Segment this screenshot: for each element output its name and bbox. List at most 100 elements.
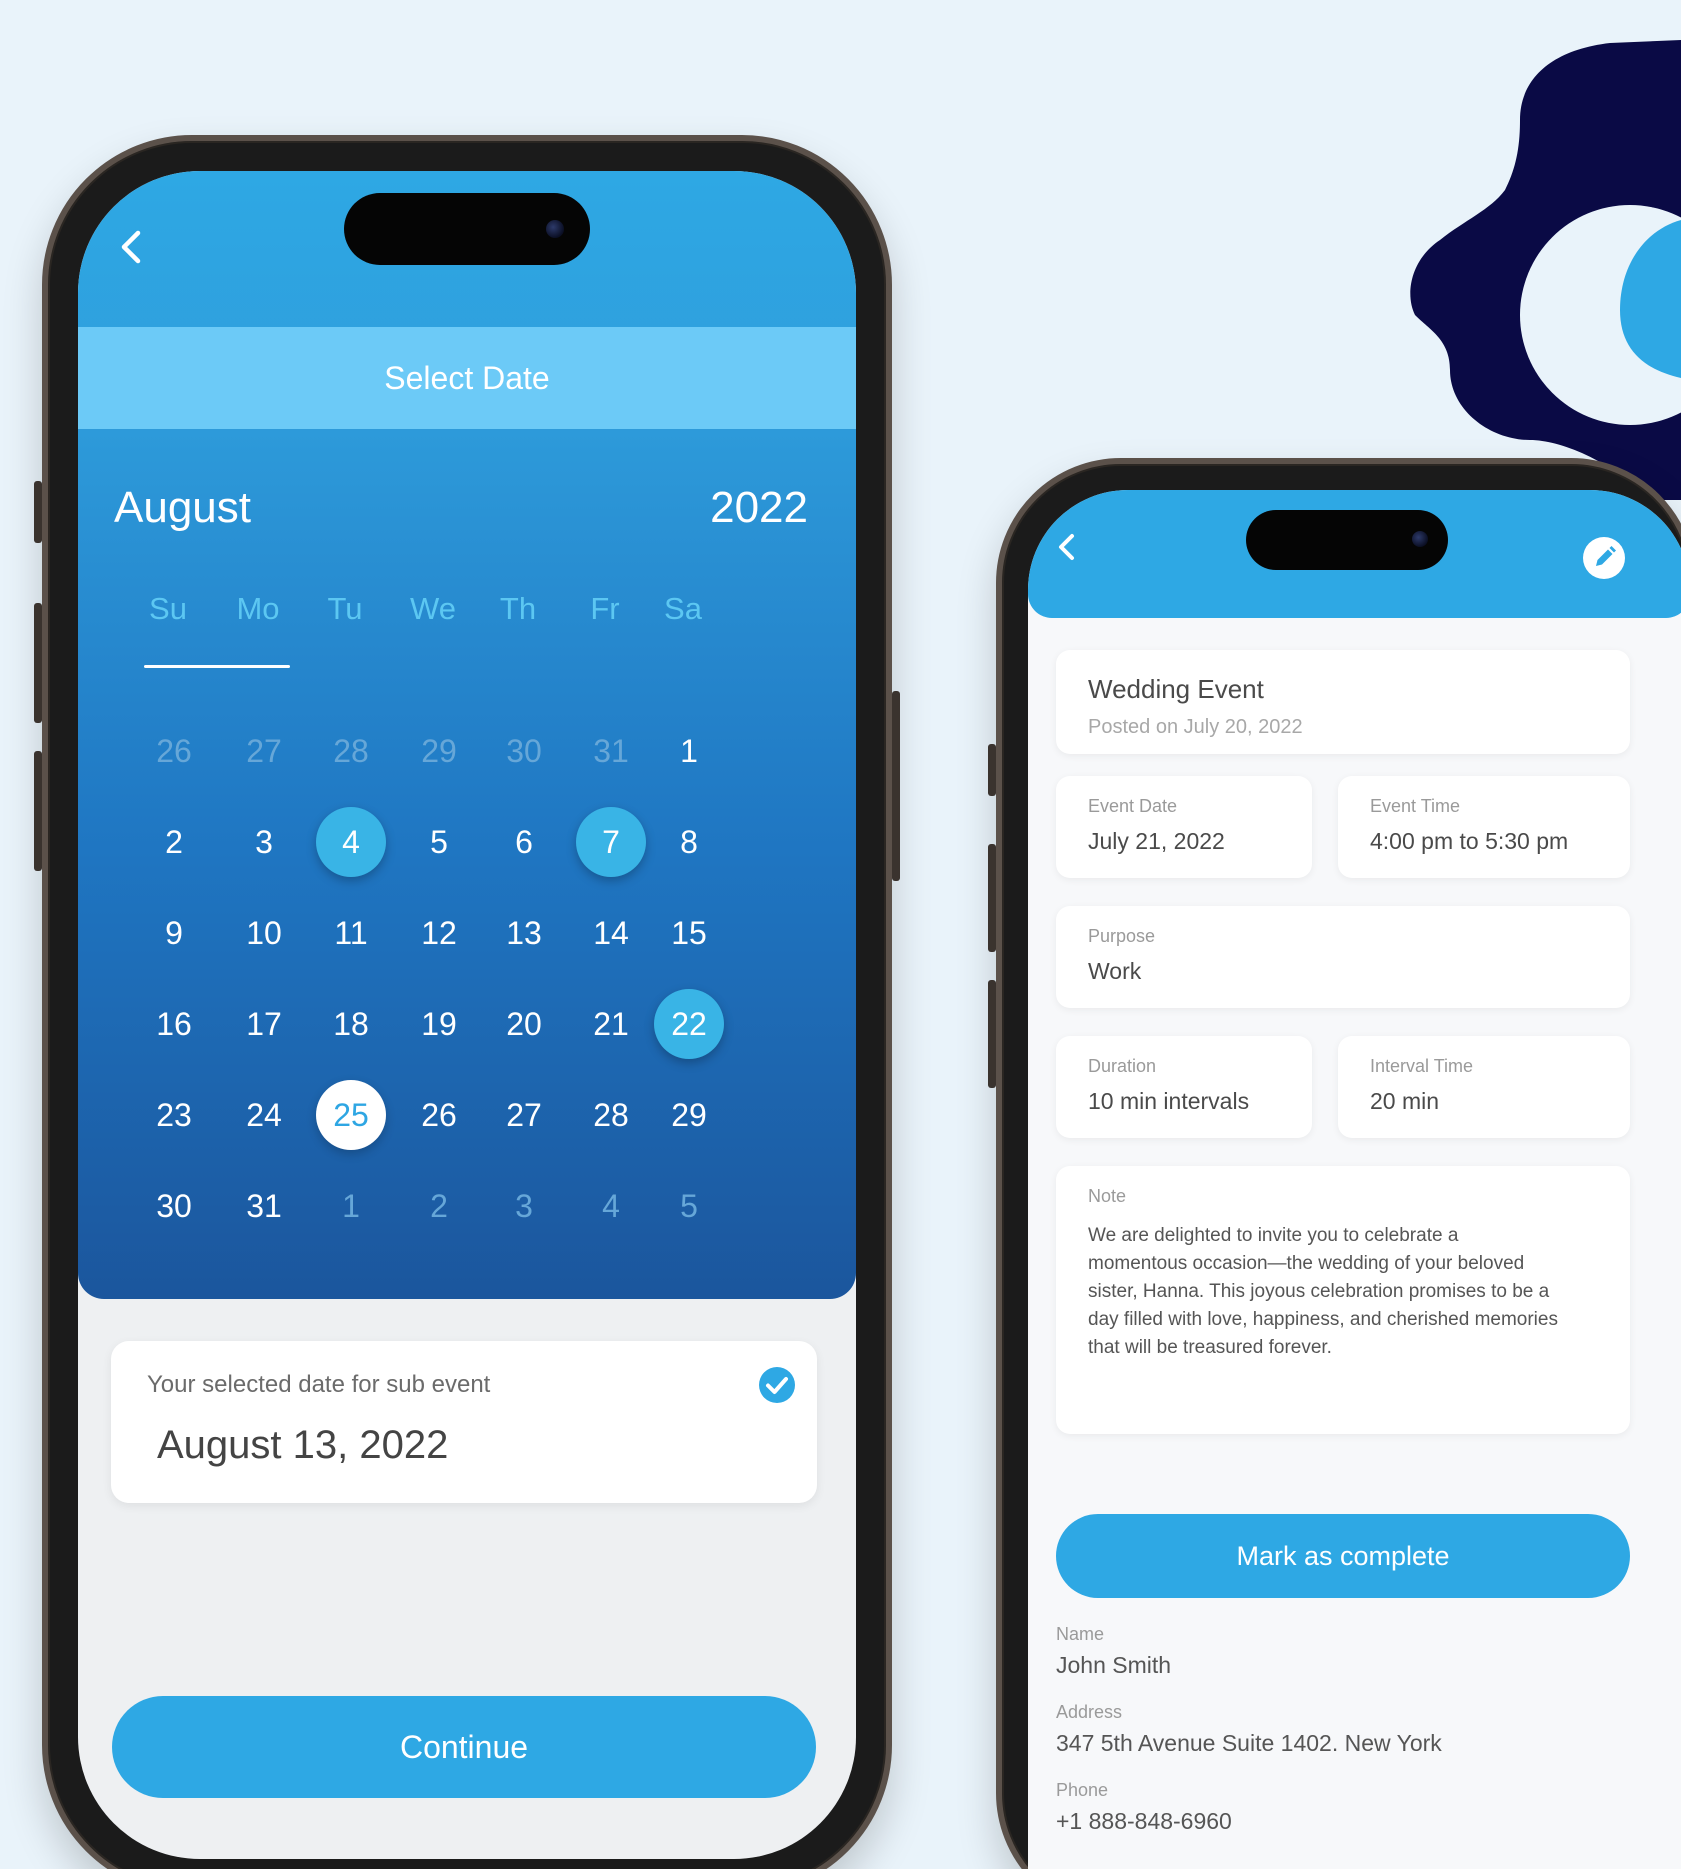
phone-volume-up (988, 844, 996, 952)
pencil-icon[interactable] (1582, 536, 1626, 580)
calendar-week-row: 9 10 11 12 13 14 15 (108, 898, 828, 989)
calendar-day[interactable]: 20 (489, 989, 559, 1059)
calendar-day[interactable]: 31 (576, 716, 646, 786)
event-time-value: 4:00 pm to 5:30 pm (1370, 828, 1569, 854)
calendar-day[interactable]: 31 (229, 1171, 299, 1241)
chevron-left-icon[interactable] (112, 227, 152, 267)
note-line: that will be treasured forever. (1088, 1337, 1332, 1358)
phone-power-button (892, 691, 900, 881)
calendar-day[interactable]: 17 (229, 989, 299, 1059)
note-line: sister, Hanna. This joyous celebration p… (1088, 1281, 1550, 1302)
note-text: We are delighted to invite you to celebr… (1088, 1222, 1618, 1362)
continue-button[interactable]: Continue (112, 1696, 816, 1798)
calendar-day[interactable]: 29 (404, 716, 474, 786)
purpose-card: Purpose Work (1056, 906, 1630, 1008)
event-date-value: July 21, 2022 (1088, 828, 1225, 854)
event-time-card: Event Time 4:00 pm to 5:30 pm (1338, 776, 1630, 878)
calendar-day[interactable]: 3 (489, 1171, 559, 1241)
event-date-label: Event Date (1088, 796, 1178, 816)
year-label[interactable]: 2022 (710, 483, 808, 533)
interval-value: 20 min (1370, 1088, 1440, 1114)
calendar-day[interactable]: 2 (139, 807, 209, 877)
calendar-day[interactable]: 5 (654, 1171, 724, 1241)
calendar-day-selected[interactable]: 25 (316, 1080, 386, 1150)
camera-icon (1412, 531, 1428, 547)
calendar-phone-frame: Select Date August 2022 Su Mo Tu We Th Fr Sa 2… (34, 135, 900, 1869)
calendar-day[interactable]: 30 (489, 716, 559, 786)
calendar-day[interactable]: 14 (576, 898, 646, 968)
calendar-week-row: 16 17 18 19 20 21 22 (108, 989, 828, 1080)
calendar-day[interactable]: 11 (316, 898, 386, 968)
calendar-day[interactable]: 21 (576, 989, 646, 1059)
calendar-day[interactable]: 16 (139, 989, 209, 1059)
selected-date-label: Your selected date for sub event (147, 1371, 491, 1398)
calendar-day[interactable]: 22 (654, 989, 724, 1059)
calendar-day[interactable]: 7 (576, 807, 646, 877)
calendar-day[interactable]: 23 (139, 1080, 209, 1150)
calendar-week-row: 23 24 25 26 27 28 29 (108, 1080, 828, 1171)
mark-complete-button[interactable]: Mark as complete (1056, 1514, 1630, 1598)
note-line: momentous occasion—the wedding of your b… (1088, 1253, 1525, 1274)
weekday-label: Th (499, 591, 537, 626)
calendar-day[interactable]: 10 (229, 898, 299, 968)
name-label: Name (1056, 1624, 1105, 1644)
calendar-day[interactable]: 2 (404, 1171, 474, 1241)
event-detail-phone-frame: Wedding Event Posted on July 20, 2022 Ev… (988, 458, 1681, 1869)
posted-on-text: Posted on July 20, 2022 (1088, 716, 1303, 738)
select-date-title: Select Date (384, 359, 550, 396)
address-value: 347 5th Avenue Suite 1402. New York (1056, 1730, 1442, 1756)
calendar-day[interactable]: 4 (576, 1171, 646, 1241)
phone-mute-switch (988, 744, 996, 796)
weekday-label: We (410, 591, 456, 626)
phone-volume-down (988, 980, 996, 1088)
phone-value[interactable]: +1 888-848-6960 (1056, 1808, 1232, 1835)
selected-date-value: August 13, 2022 (157, 1423, 449, 1467)
event-title: Wedding Event (1088, 674, 1264, 704)
calendar-day[interactable]: 9 (139, 898, 209, 968)
calendar-day[interactable]: 4 (316, 807, 386, 877)
phone-volume-down (34, 751, 42, 871)
phone-mute-switch (34, 481, 42, 543)
calendar-day[interactable]: 1 (316, 1171, 386, 1241)
dynamic-island (1246, 510, 1448, 570)
calendar-day[interactable]: 28 (316, 716, 386, 786)
note-label: Note (1088, 1186, 1127, 1206)
select-date-header: Select Date (78, 327, 856, 429)
calendar-day[interactable]: 30 (139, 1171, 209, 1241)
calendar-day[interactable]: 8 (654, 807, 724, 877)
calendar-day[interactable]: 27 (489, 1080, 559, 1150)
calendar-week-row: 2345678 (108, 807, 828, 898)
calendar-week-row: 30 31 1 2 3 4 5 (108, 1171, 828, 1262)
calendar-day[interactable]: 28 (576, 1080, 646, 1150)
weekday-underline (144, 665, 290, 668)
calendar-day[interactable]: 19 (404, 989, 474, 1059)
calendar-day[interactable]: 5 (404, 807, 474, 877)
calendar-day[interactable]: 3 (229, 807, 299, 877)
calendar-panel: Select Date August 2022 Su Mo Tu We Th Fr Sa 2… (78, 171, 856, 1299)
calendar-day[interactable]: 29 (654, 1080, 724, 1150)
calendar-day[interactable]: 27 (229, 716, 299, 786)
calendar-day[interactable]: 26 (404, 1080, 474, 1150)
weekday-label: Su (149, 591, 187, 626)
calendar-screen: Select Date August 2022 Su Mo Tu We Th Fr Sa 2… (78, 171, 856, 1859)
address-label: Address (1056, 1702, 1123, 1722)
phone-volume-up (34, 603, 42, 723)
calendar-day[interactable]: 12 (404, 898, 474, 968)
weekday-label: Fr (590, 591, 620, 626)
note-line: day filled with love, happiness, and che… (1088, 1309, 1558, 1330)
calendar-day[interactable]: 18 (316, 989, 386, 1059)
calendar-day[interactable]: 1 (654, 716, 724, 786)
event-detail-screen: Wedding Event Posted on July 20, 2022 Ev… (1028, 490, 1681, 1869)
duration-card: Duration 10 min intervals (1056, 1036, 1312, 1138)
brand-logo-graphic (1410, 40, 1681, 500)
calendar-day[interactable]: 15 (654, 898, 724, 968)
duration-value: 10 min intervals (1088, 1088, 1250, 1114)
chevron-left-icon[interactable] (1050, 530, 1084, 564)
calendar-day[interactable]: 26 (139, 716, 209, 786)
calendar-day[interactable]: 6 (489, 807, 559, 877)
calendar-day[interactable]: 24 (229, 1080, 299, 1150)
purpose-value: Work (1088, 958, 1142, 984)
event-time-label: Event Time (1370, 796, 1461, 816)
calendar-day[interactable]: 13 (489, 898, 559, 968)
month-label[interactable]: August (114, 483, 251, 533)
